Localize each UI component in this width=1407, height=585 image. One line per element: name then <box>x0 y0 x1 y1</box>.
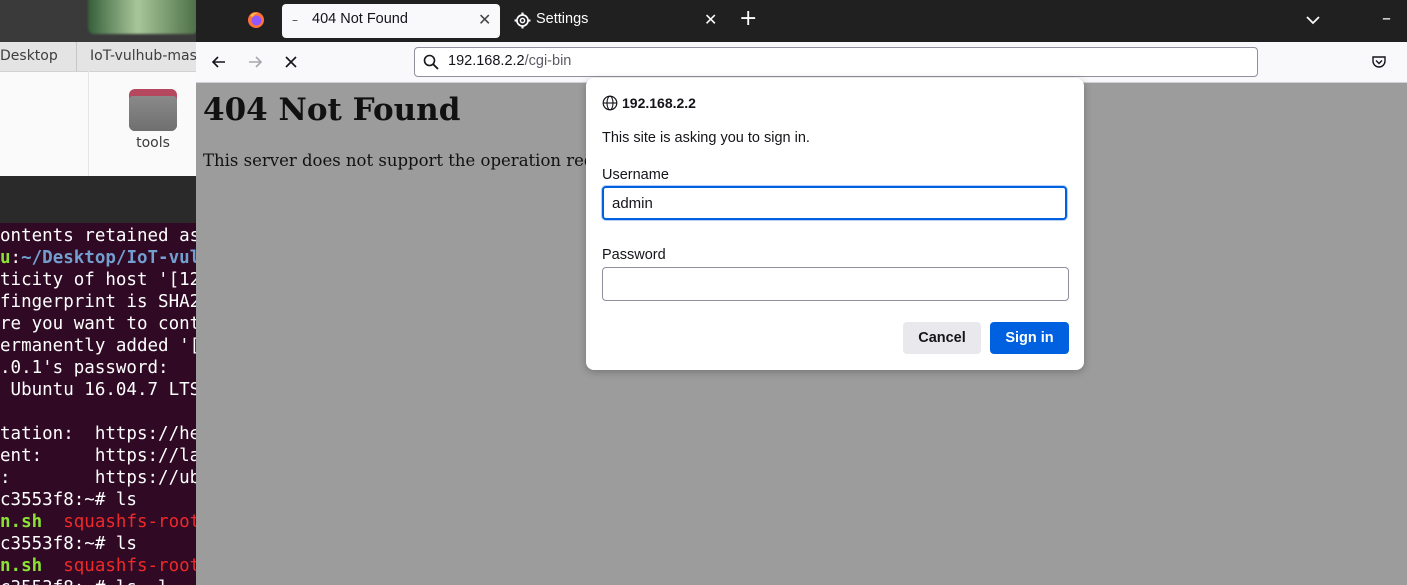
stop-icon[interactable] <box>281 52 301 72</box>
password-field[interactable] <box>602 267 1069 301</box>
terminal-line: tation: https://he <box>0 423 196 445</box>
breadcrumb-desktop[interactable]: Desktop <box>0 42 76 71</box>
terminal-text: ent: https://la <box>0 446 196 466</box>
auth-dialog: 192.168.2.2 This site is asking you to s… <box>586 78 1084 370</box>
url-bar[interactable]: 192.168.2.2/cgi-bin <box>414 47 1258 77</box>
terminal-line: ermanently added '[ <box>0 335 196 357</box>
page-text: This server does not support the operati… <box>203 151 606 170</box>
navigation-toolbar: 192.168.2.2/cgi-bin <box>196 42 1407 83</box>
tab-404-not-found[interactable]: – 404 Not Found ✕ <box>282 4 500 38</box>
username-field[interactable] <box>602 186 1067 220</box>
terminal-line: .0.1's password: <box>0 357 169 379</box>
tab-bar: – 404 Not Found ✕ Settings ✕ + – <box>196 0 1407 42</box>
terminal-line: n.sh squashfs-root <box>0 555 196 577</box>
breadcrumb-separator <box>76 42 77 71</box>
chevron-down-icon[interactable] <box>1304 11 1322 29</box>
terminal-line: c3553f8:~# ls <box>0 533 137 555</box>
terminal-line: fingerprint is SHA2 <box>0 291 196 313</box>
url-text: 192.168.2.2/cgi-bin <box>448 53 571 69</box>
forward-icon[interactable] <box>245 52 265 72</box>
minimize-button[interactable]: – <box>1382 8 1391 29</box>
globe-icon <box>602 95 618 111</box>
folder-label[interactable]: tools <box>120 135 186 151</box>
terminal-line: u:~/Desktop/IoT-vul <box>0 247 196 269</box>
tab-title: Settings <box>536 11 589 27</box>
terminal-line: n.sh squashfs-root <box>0 511 196 533</box>
cancel-button[interactable]: Cancel <box>903 322 981 354</box>
tab-title: 404 Not Found <box>312 11 408 27</box>
dialog-host: 192.168.2.2 <box>622 95 696 111</box>
new-tab-button[interactable]: + <box>739 8 757 30</box>
back-icon[interactable] <box>209 52 229 72</box>
pocket-icon[interactable] <box>1371 54 1387 70</box>
breadcrumb: Desktop IoT-vulhub-mast <box>0 42 202 72</box>
terminal-line: : https://ub <box>0 467 196 489</box>
tab-settings[interactable]: Settings ✕ <box>510 4 728 38</box>
terminal-text: squashfs-root <box>63 512 196 532</box>
url-path: /cgi-bin <box>524 53 572 69</box>
terminal-window[interactable]: ontents retained as u:~/Desktop/IoT-vul t… <box>0 223 196 585</box>
terminal-line: ent: https://la <box>0 445 196 467</box>
terminal-line: re you want to cont <box>0 313 196 335</box>
url-host: 192.168.2.2 <box>448 53 525 69</box>
gear-icon <box>514 12 531 29</box>
terminal-text: Ubuntu 16.04.7 LTS <box>0 380 196 400</box>
tab-loading-icon: – <box>292 13 298 27</box>
page-heading: 404 Not Found <box>203 92 461 128</box>
terminal-line: c3553f8:~# ls -l <box>0 577 169 585</box>
desktop-wallpaper-strip <box>0 0 196 42</box>
tab-close-icon[interactable]: ✕ <box>704 10 717 29</box>
folder-icon[interactable] <box>129 89 177 131</box>
terminal-text: ontents retained as <box>0 226 196 246</box>
breadcrumb-iot-vulhub[interactable]: IoT-vulhub-mast <box>90 42 202 71</box>
password-label: Password <box>602 247 666 263</box>
terminal-text: c3553f8:~# ls -l <box>0 578 169 585</box>
terminal-text: fingerprint is SHA2 <box>0 292 196 312</box>
window-gap <box>0 176 196 223</box>
tab-close-icon[interactable]: ✕ <box>478 10 491 29</box>
sidebar-divider <box>88 71 89 176</box>
terminal-text: : <box>10 248 22 268</box>
file-manager-window: Desktop IoT-vulhub-mast tools <box>0 0 202 176</box>
sign-in-button[interactable]: Sign in <box>990 322 1069 354</box>
terminal-text: c3553f8:~# ls <box>0 534 137 554</box>
terminal-line: ontents retained as <box>0 225 196 247</box>
browser-window: – 404 Not Found ✕ Settings ✕ + – 192.168… <box>196 0 1407 585</box>
terminal-text: ermanently added '[ <box>0 336 196 356</box>
search-icon <box>423 54 439 70</box>
terminal-text: squashfs-root <box>63 556 196 576</box>
terminal-line: Ubuntu 16.04.7 LTS <box>0 379 196 401</box>
terminal-text: ticity of host '[12 <box>0 270 196 290</box>
terminal-line: c3553f8:~# ls <box>0 489 137 511</box>
terminal-text: : https://ub <box>0 468 196 488</box>
terminal-line: ticity of host '[12 <box>0 269 196 291</box>
terminal-text: ~/Desktop/IoT-vul <box>21 248 196 268</box>
terminal-text: re you want to cont <box>0 314 196 334</box>
terminal-text: u <box>0 248 11 268</box>
username-label: Username <box>602 167 669 183</box>
dialog-message: This site is asking you to sign in. <box>602 130 810 146</box>
terminal-text: n.sh <box>0 556 43 576</box>
firefox-icon[interactable] <box>247 11 265 29</box>
terminal-text: c3553f8:~# ls <box>0 490 137 510</box>
terminal-text: .0.1's password: <box>0 358 169 378</box>
terminal-text: tation: https://he <box>0 424 196 444</box>
terminal-text: n.sh <box>0 512 43 532</box>
